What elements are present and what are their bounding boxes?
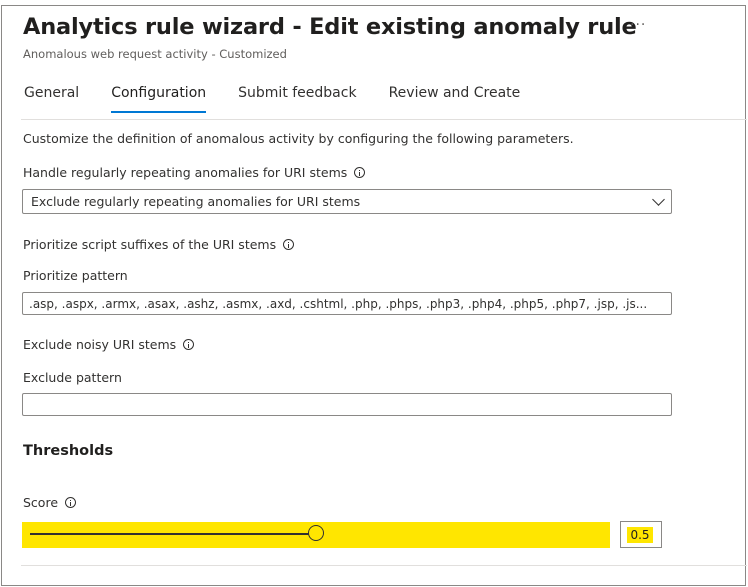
tab-bar: General Configuration Submit feedback Re…: [24, 85, 552, 113]
info-icon[interactable]: [354, 167, 366, 178]
score-label: Score: [23, 495, 77, 510]
page-subtitle: Anomalous web request activity - Customi…: [23, 47, 287, 61]
prioritize-pattern-input[interactable]: .asp, .aspx, .armx, .asax, .ashz, .asmx,…: [22, 292, 672, 315]
exclude-pattern-label: Exclude pattern: [23, 370, 122, 385]
repeating-anomalies-label-text: Handle regularly repeating anomalies for…: [23, 165, 348, 180]
exclude-noisy-label: Exclude noisy URI stems: [23, 337, 195, 352]
score-slider-thumb[interactable]: [308, 525, 324, 541]
tab-general[interactable]: General: [24, 85, 79, 109]
prioritize-pattern-label: Prioritize pattern: [23, 268, 128, 283]
tab-divider: [21, 119, 747, 120]
config-description: Customize the definition of anomalous ac…: [23, 131, 574, 146]
thresholds-heading: Thresholds: [23, 443, 114, 459]
score-label-text: Score: [23, 495, 59, 510]
tab-review-and-create[interactable]: Review and Create: [389, 85, 521, 109]
exclude-pattern-input[interactable]: [22, 393, 672, 416]
prioritize-suffixes-label: Prioritize script suffixes of the URI st…: [23, 237, 295, 252]
tab-submit-feedback[interactable]: Submit feedback: [238, 85, 356, 109]
score-value: 0.5: [627, 527, 653, 543]
dropdown-selected-value: Exclude regularly repeating anomalies fo…: [31, 194, 361, 209]
chevron-down-icon: [652, 193, 665, 206]
info-icon[interactable]: [65, 497, 77, 508]
prioritize-suffixes-label-text: Prioritize script suffixes of the URI st…: [23, 237, 277, 252]
exclude-noisy-label-text: Exclude noisy URI stems: [23, 337, 177, 352]
score-value-box[interactable]: 0.5: [620, 521, 662, 548]
more-options-icon[interactable]: ···: [630, 17, 646, 33]
bottom-divider: [21, 565, 747, 566]
page-title: Analytics rule wizard - Edit existing an…: [23, 14, 637, 40]
info-icon[interactable]: [283, 239, 295, 250]
tab-configuration[interactable]: Configuration: [111, 85, 206, 113]
repeating-anomalies-dropdown[interactable]: Exclude regularly repeating anomalies fo…: [22, 189, 672, 214]
info-icon[interactable]: [183, 339, 195, 350]
wizard-panel: Analytics rule wizard - Edit existing an…: [1, 5, 747, 586]
repeating-anomalies-label: Handle regularly repeating anomalies for…: [23, 165, 366, 180]
score-slider-rail: [30, 533, 318, 535]
